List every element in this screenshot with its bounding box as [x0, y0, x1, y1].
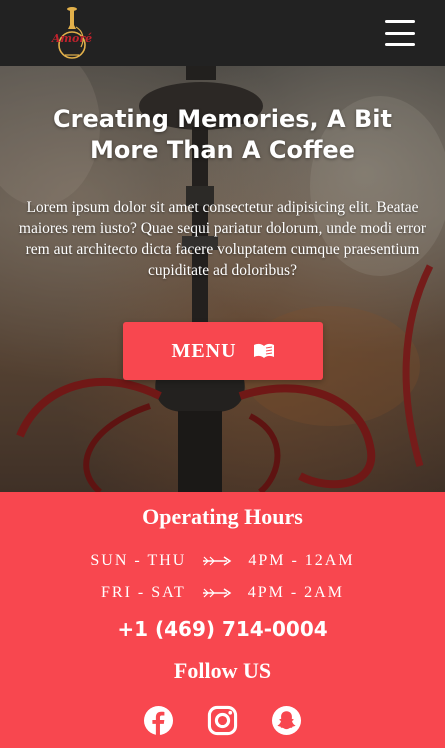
navbar: Amoré — [0, 0, 445, 66]
arrow-icon — [202, 588, 232, 598]
logo-text: Amoré — [51, 32, 92, 45]
hours-time: 4PM - 12AM — [248, 552, 355, 569]
arrow-icon — [203, 556, 232, 566]
phone-link[interactable]: +1 (469) 714-0004 — [0, 617, 445, 641]
facebook-icon[interactable] — [143, 705, 174, 736]
hours-row: SUN - THU 4PM - 12AM — [0, 552, 445, 570]
hours-days: SUN - THU — [90, 552, 187, 569]
hero-title: Creating Memories, A Bit More Than A Cof… — [53, 105, 392, 164]
snapchat-icon[interactable] — [271, 705, 302, 736]
info-section: Operating Hours SUN - THU 4PM - 12AM FRI… — [0, 492, 445, 748]
menu-button-label: MENU — [171, 339, 237, 362]
logo[interactable]: Amoré — [45, 5, 99, 61]
book-icon — [253, 343, 274, 358]
menu-button[interactable]: MENU — [123, 322, 323, 380]
hours-row: FRI - SAT 4PM - 2AM — [0, 584, 445, 602]
logo-hookah-icon: Amoré — [51, 7, 92, 59]
instagram-icon[interactable] — [207, 705, 238, 736]
social-links — [0, 705, 445, 736]
hours-time: 4PM - 2AM — [247, 584, 344, 601]
hero-section: Creating Memories, A Bit More Than A Cof… — [0, 66, 445, 492]
hamburger-menu-icon[interactable] — [385, 20, 415, 46]
operating-hours-title: Operating Hours — [142, 504, 303, 529]
hours-days: FRI - SAT — [101, 584, 186, 601]
hero-description: Lorem ipsum dolor sit amet consectetur a… — [18, 199, 427, 279]
follow-us-title: Follow US — [173, 658, 272, 683]
